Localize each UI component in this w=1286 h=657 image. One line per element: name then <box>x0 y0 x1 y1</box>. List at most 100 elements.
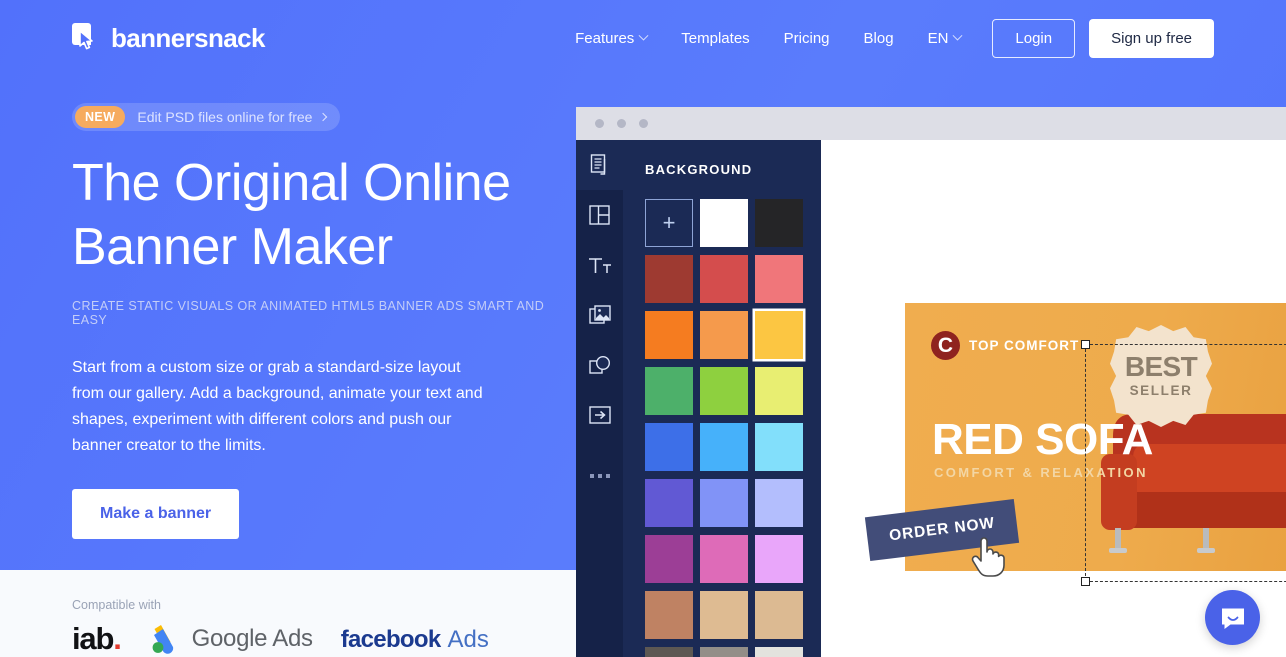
brand-name: bannersnack <box>111 22 265 53</box>
color-swatch-yellow[interactable] <box>755 311 803 359</box>
rail-item-shapes[interactable] <box>576 340 623 390</box>
color-swatch-sky[interactable] <box>755 423 803 471</box>
chat-bubble-icon <box>1221 608 1244 629</box>
hero-paragraph: Start from a custom size or grab a stand… <box>72 359 483 454</box>
announcement-banner[interactable]: NEW Edit PSD files online for free <box>72 103 341 131</box>
iab-logo: iab. <box>72 621 122 656</box>
color-swatch-pink[interactable] <box>700 535 748 583</box>
brand-logo[interactable]: bannersnack <box>72 23 265 54</box>
rail-item-background[interactable] <box>576 140 623 190</box>
color-swatch-dark-gray[interactable] <box>645 647 693 657</box>
color-swatch-purple[interactable] <box>645 535 693 583</box>
window-minimize-dot[interactable] <box>617 119 626 128</box>
chevron-down-icon <box>638 30 649 41</box>
facebook-text: facebook <box>340 626 441 653</box>
color-swatch-red[interactable] <box>700 255 748 303</box>
nav-label: EN <box>927 29 949 47</box>
banner-brand-name: TOP COMFORT <box>969 338 1080 353</box>
color-swatch-salmon[interactable] <box>755 255 803 303</box>
hand-cursor-icon <box>971 537 1005 577</box>
panel-title: BACKGROUND <box>645 162 753 177</box>
nav-item-templates[interactable]: Templates <box>664 22 766 55</box>
window-maximize-dot[interactable] <box>639 119 648 128</box>
nav-item-blog[interactable]: Blog <box>847 22 911 55</box>
compatible-with-section: Compatible with iab. Google Ads facebook… <box>72 598 489 654</box>
hero-content: NEW Edit PSD files online for free The O… <box>72 103 562 539</box>
page-root: bannersnack Features Templates Pricing B… <box>0 0 1286 657</box>
best-seller-badge: BEST SELLER <box>1110 325 1212 427</box>
color-swatch-lime[interactable] <box>700 367 748 415</box>
signup-button[interactable]: Sign up free <box>1089 18 1214 58</box>
nav-label: Pricing <box>783 29 830 47</box>
rail-item-more[interactable] <box>576 440 623 490</box>
color-swatch-orange[interactable] <box>645 311 693 359</box>
google-ads-logo: Google Ads <box>149 623 313 654</box>
color-swatch-green[interactable] <box>645 367 693 415</box>
color-swatch-light-tan[interactable] <box>755 591 803 639</box>
color-swatch-dark-red[interactable] <box>645 255 693 303</box>
image-icon <box>588 304 611 324</box>
color-swatch-light-pink[interactable] <box>755 535 803 583</box>
color-swatch-off-white[interactable] <box>755 647 803 657</box>
cursor-glyph <box>79 30 93 50</box>
layout-icon <box>589 205 610 225</box>
nav-item-pricing[interactable]: Pricing <box>767 22 847 55</box>
color-swatch-grid: + <box>645 199 803 657</box>
editor-canvas[interactable]: C TOP COMFORT BEST SELLER RED SOFA COMFO… <box>821 140 1286 657</box>
headline-line-1: The Original Online <box>72 154 511 212</box>
transition-icon <box>588 406 611 424</box>
nav-item-features[interactable]: Features <box>558 22 664 55</box>
login-button[interactable]: Login <box>992 18 1076 58</box>
iab-text: iab <box>72 621 114 656</box>
selection-left-line <box>1085 344 1086 581</box>
google-ads-icon <box>152 625 173 654</box>
rail-item-image[interactable] <box>576 290 623 340</box>
color-swatch-violet[interactable] <box>645 479 693 527</box>
color-swatch-white[interactable] <box>700 199 748 247</box>
make-a-banner-button[interactable]: Make a banner <box>72 489 240 539</box>
color-swatch-pale-blue[interactable] <box>755 479 803 527</box>
color-swatch-near-black[interactable] <box>755 199 803 247</box>
headline-line-2: Banner Maker <box>72 218 393 276</box>
banner-headline: RED SOFA <box>932 415 1153 464</box>
nav-links: Features Templates Pricing Blog EN Login… <box>558 18 1214 58</box>
shapes-icon <box>588 355 610 374</box>
selection-top-line <box>1085 344 1286 345</box>
nav-label: Features <box>575 29 635 47</box>
nav-label: Blog <box>863 29 894 47</box>
browser-title-bar <box>576 107 1286 140</box>
editor-browser-mockup: BACKGROUND + C TOP COMFORT BEST SELLER R… <box>576 107 1286 657</box>
nav-label: Templates <box>681 29 750 47</box>
announcement-label: Edit PSD files online for free <box>137 109 313 125</box>
color-swatch-add[interactable]: + <box>645 199 693 247</box>
editor-body: BACKGROUND + C TOP COMFORT BEST SELLER R… <box>576 140 1286 657</box>
color-swatch-pale-yellow[interactable] <box>755 367 803 415</box>
color-swatch-light-orange[interactable] <box>700 311 748 359</box>
compatible-label: Compatible with <box>72 598 161 612</box>
color-swatch-periwinkle[interactable] <box>700 479 748 527</box>
nav-item-language[interactable]: EN <box>911 22 979 55</box>
selection-handle-bottom-left[interactable] <box>1081 577 1090 586</box>
color-swatch-gray[interactable] <box>700 647 748 657</box>
banner-subheadline: COMFORT & RELAXATION <box>934 465 1148 480</box>
iab-dot: . <box>113 621 122 656</box>
color-swatch-brown[interactable] <box>645 591 693 639</box>
rail-item-transition[interactable] <box>576 390 623 440</box>
cursor-sheet-icon <box>72 23 102 53</box>
color-swatch-tan[interactable] <box>700 591 748 639</box>
partner-logos: iab. Google Ads facebook Ads <box>72 623 489 654</box>
color-swatch-blue[interactable] <box>645 423 693 471</box>
color-swatch-light-blue[interactable] <box>700 423 748 471</box>
selection-handle-top-left[interactable] <box>1081 340 1090 349</box>
chat-launcher-button[interactable] <box>1205 590 1260 645</box>
facebook-ads-logo: facebook Ads <box>341 626 489 654</box>
more-icon <box>589 474 610 478</box>
page-title: The Original Online Banner Maker <box>72 151 562 279</box>
chevron-right-icon <box>319 112 328 122</box>
announcement-text: Edit PSD files online for free <box>137 109 328 125</box>
rail-item-layout[interactable] <box>576 190 623 240</box>
rail-item-text[interactable] <box>576 240 623 290</box>
hero-subheadline: CREATE STATIC VISUALS OR ANIMATED HTML5 … <box>72 299 545 327</box>
window-close-dot[interactable] <box>595 119 604 128</box>
editor-tool-rail <box>576 140 623 657</box>
